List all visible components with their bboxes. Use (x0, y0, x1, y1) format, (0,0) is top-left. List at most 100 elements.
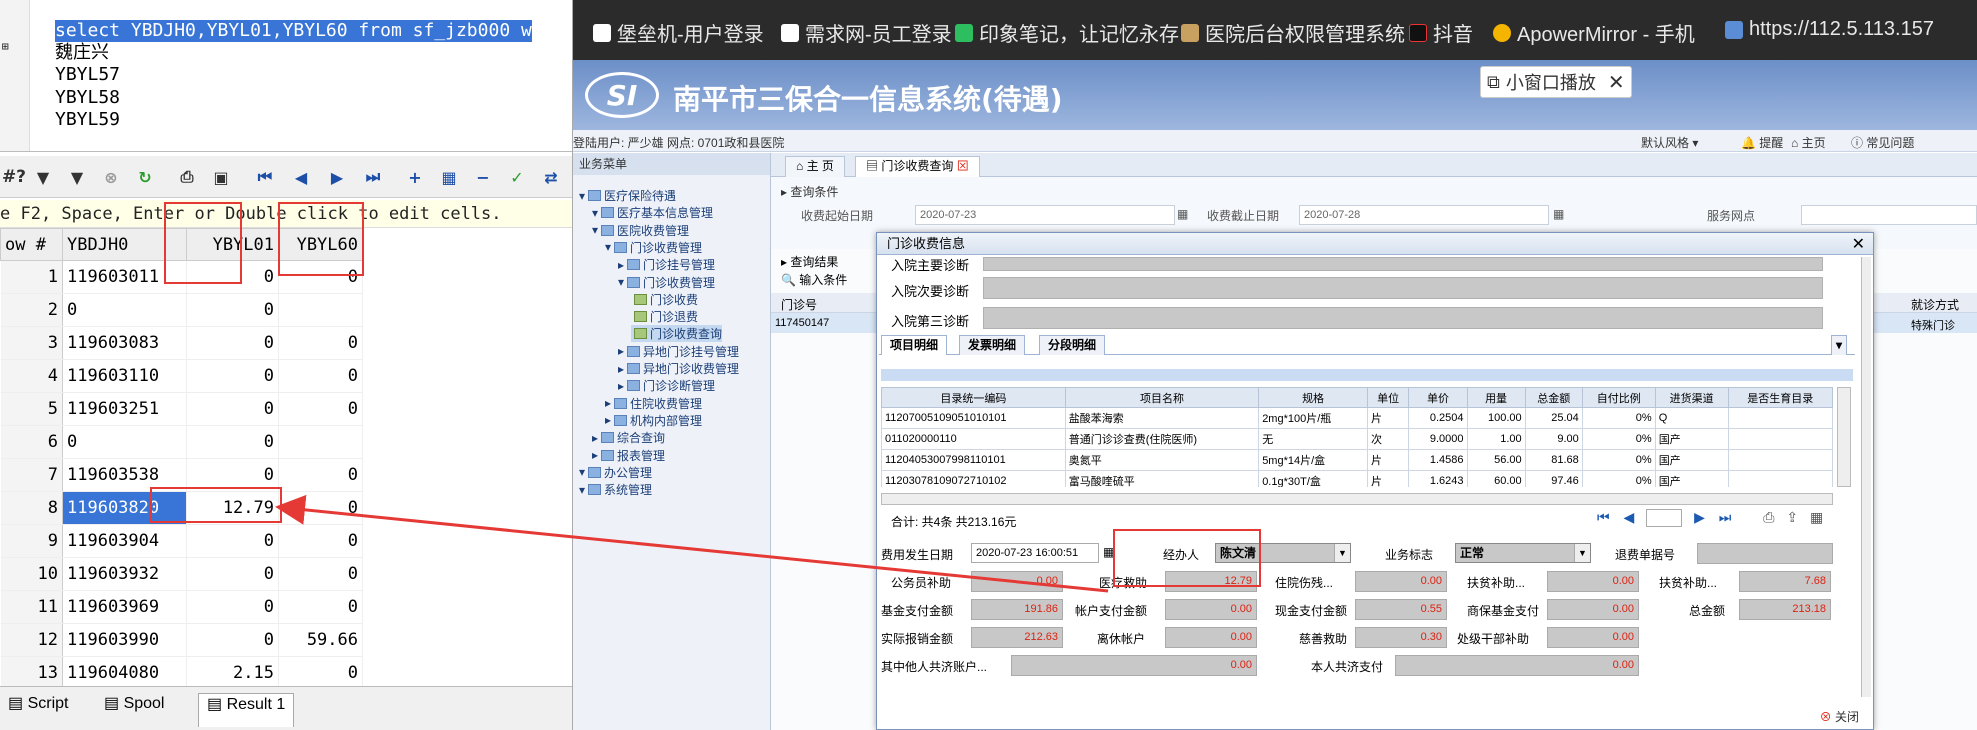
expand-icon[interactable]: ▸ (592, 431, 598, 445)
home-link[interactable]: ⌂ 主页 (1791, 134, 1826, 151)
sidebar-item[interactable]: ▸ 综合查询 (592, 429, 665, 446)
detail-cell[interactable]: 56.00 (1466, 449, 1526, 471)
diag-2-field[interactable] (983, 307, 1823, 329)
civil-field[interactable]: 0.00 (971, 571, 1063, 592)
detail-cell[interactable]: 0% (1581, 407, 1656, 429)
input-condition[interactable]: 🔍 输入条件 (781, 271, 847, 288)
detail-cell[interactable]: 0% (1581, 470, 1656, 487)
sidebar-item[interactable]: ▾ 医院收费管理 (592, 222, 689, 239)
tab-outpatient-query[interactable]: ▤ 门诊收费查询 ⊠ (855, 156, 980, 177)
last-page-icon[interactable]: ⏭ (1719, 509, 1732, 525)
theme-select[interactable]: 默认风格 ▾ (1641, 134, 1698, 151)
detail-col-header[interactable]: 目录统一编码 (881, 387, 1066, 408)
self-field[interactable]: 0.00 (1395, 655, 1639, 676)
refresh-icon[interactable]: ↻ (132, 164, 158, 190)
detail-cell[interactable]: 国产 (1654, 428, 1729, 450)
table-row[interactable]: 4 119603110 0 0 (0, 359, 363, 393)
expand-icon[interactable]: ▾ (579, 189, 585, 203)
filter-clear-icon[interactable]: ▼ (64, 164, 90, 190)
tab-result-1[interactable]: ▤ Result 1 (198, 693, 295, 727)
sql-line-5[interactable]: YBYL59 (55, 109, 120, 131)
bookmark-7[interactable]: https://112.5.113.157 (1725, 18, 1934, 41)
ybyl01-cell[interactable]: 0 (186, 623, 279, 657)
dialog-close-button[interactable]: ⊗ 关闭 (1820, 708, 1859, 725)
ybyl60-cell[interactable]: 0 (278, 359, 363, 393)
detail-col-header[interactable]: 项目名称 (1064, 387, 1260, 408)
expand-icon[interactable]: ▸ (605, 396, 611, 410)
detail-cell[interactable]: 次 (1366, 428, 1410, 450)
prev-record-icon[interactable]: ◀ (288, 164, 314, 190)
tab-spool[interactable]: ▤ Spool (96, 693, 172, 727)
detail-cell[interactable]: 11204053007998110101 (881, 449, 1066, 471)
first-record-icon[interactable]: ⏮ (252, 164, 278, 190)
site-input[interactable] (1801, 205, 1977, 225)
ybyl60-cell[interactable]: 0 (278, 491, 363, 525)
grid-view-icon[interactable]: ▦ (1810, 509, 1823, 525)
detail-cell[interactable]: 97.46 (1524, 470, 1583, 487)
prev-page-icon[interactable]: ◀ (1624, 509, 1635, 525)
detail-cell[interactable]: 国产 (1654, 470, 1729, 487)
detail-cell[interactable]: 普通门诊诊查费(住院医师) (1064, 428, 1260, 450)
result-grid[interactable]: ow # YBDJH0 YBYL01 YBYL60 1 119603011 0 0 2 0… (0, 228, 572, 690)
charity-field[interactable]: 0.30 (1355, 627, 1447, 648)
row-number-cell[interactable]: 3 (0, 326, 63, 360)
detail-cell[interactable]: 2mg*100片/瓶 (1258, 407, 1368, 429)
detail-cell[interactable]: 9.00 (1524, 428, 1583, 450)
ybyl60-cell[interactable]: 0 (278, 656, 363, 690)
bookmark-5[interactable]: 抖音 (1409, 18, 1473, 47)
ybyl60-cell[interactable]: 0 (278, 326, 363, 360)
ybyl60-cell[interactable]: 59.66 (278, 623, 363, 657)
detail-col-header[interactable]: 是否生育目录 (1727, 387, 1833, 408)
sidebar-item[interactable]: ▸ 机构内部管理 (605, 412, 702, 429)
sidebar-item[interactable]: ▸ 异地门诊挂号管理 (618, 343, 739, 360)
diag-0-field[interactable] (983, 257, 1823, 271)
table-row[interactable]: 11204053007998110101 奥氮平 5mg*14片/盒片 1.4586 5… (881, 449, 1833, 471)
sidebar-item[interactable]: 门诊收费查询 (631, 325, 723, 343)
table-row[interactable]: 5 119603251 0 0 (0, 392, 363, 426)
expand-icon[interactable]: ▸ (618, 344, 624, 358)
col-rownum[interactable]: ow # (0, 228, 63, 261)
ybyl01-cell[interactable]: 0 (186, 590, 279, 624)
end-date-input[interactable]: 2020-07-28 (1299, 205, 1549, 225)
row-number-cell[interactable]: 13 (0, 656, 63, 690)
table-horizontal-scrollbar[interactable] (881, 493, 1833, 505)
grid-view-icon[interactable]: ▦ (436, 164, 462, 190)
detail-cell[interactable]: 富马酸喹硫平 (1064, 470, 1260, 487)
calendar-icon[interactable]: ▦ (1553, 207, 1564, 221)
diag-1-field[interactable] (983, 277, 1823, 299)
pip-button[interactable]: ⧉ 小窗口播放 ✕ (1480, 66, 1632, 98)
fee-date-field[interactable]: 2020-07-23 16:00:51 (971, 543, 1099, 563)
sidebar-item[interactable]: ▸ 报表管理 (592, 447, 665, 464)
save-icon[interactable]: ▣ (208, 164, 234, 190)
expand-icon[interactable]: ▸ (592, 448, 598, 462)
sidebar-item[interactable]: ▾ 系统管理 (579, 481, 652, 498)
ybyl60-cell[interactable]: 0 (278, 392, 363, 426)
ybdjh0-cell[interactable]: 119603083 (62, 326, 187, 360)
sidebar-item[interactable]: ▾ 门诊收费管理 (605, 239, 702, 256)
tab-item-detail[interactable]: 项目明细 (881, 335, 948, 355)
sql-line-2[interactable]: 魏庄兴 (55, 42, 109, 64)
remind-link[interactable]: 🔔 提醒 (1741, 134, 1783, 151)
detail-cell[interactable]: 60.00 (1466, 470, 1526, 487)
close-icon[interactable]: ✕ (1852, 234, 1865, 253)
last-record-icon[interactable]: ⏭ (360, 164, 386, 190)
table-row[interactable]: 3 119603083 0 0 (0, 326, 363, 360)
ybdjh0-cell[interactable]: 119603969 (62, 590, 187, 624)
residual-field[interactable]: 0.00 (1355, 571, 1447, 592)
faq-link[interactable]: ⓘ 常见问题 (1851, 134, 1914, 151)
ybyl01-cell[interactable]: 0 (186, 326, 279, 360)
detail-col-header[interactable]: 单价 (1408, 387, 1468, 408)
detail-cell[interactable]: 无 (1258, 428, 1368, 450)
row-number-cell[interactable]: 1 (0, 260, 63, 294)
poor2-field[interactable]: 7.68 (1739, 571, 1831, 592)
check-icon[interactable]: ✓ (504, 164, 530, 190)
cancel-icon[interactable]: ⊗ (98, 164, 124, 190)
ybdjh0-cell[interactable]: 0 (62, 293, 187, 327)
sql-line-4[interactable]: YBYL58 (55, 87, 120, 109)
bookmark-3[interactable]: 印象笔记，让记忆永存 (955, 18, 1179, 47)
tab-script[interactable]: ▤ Script (0, 693, 76, 727)
sidebar-item[interactable]: 门诊退费 (631, 308, 698, 325)
detail-cell[interactable]: 100.00 (1466, 407, 1526, 429)
table-row[interactable]: 12 119603990 0 59.66 (0, 623, 363, 657)
ybdjh0-cell[interactable]: 0 (62, 425, 187, 459)
